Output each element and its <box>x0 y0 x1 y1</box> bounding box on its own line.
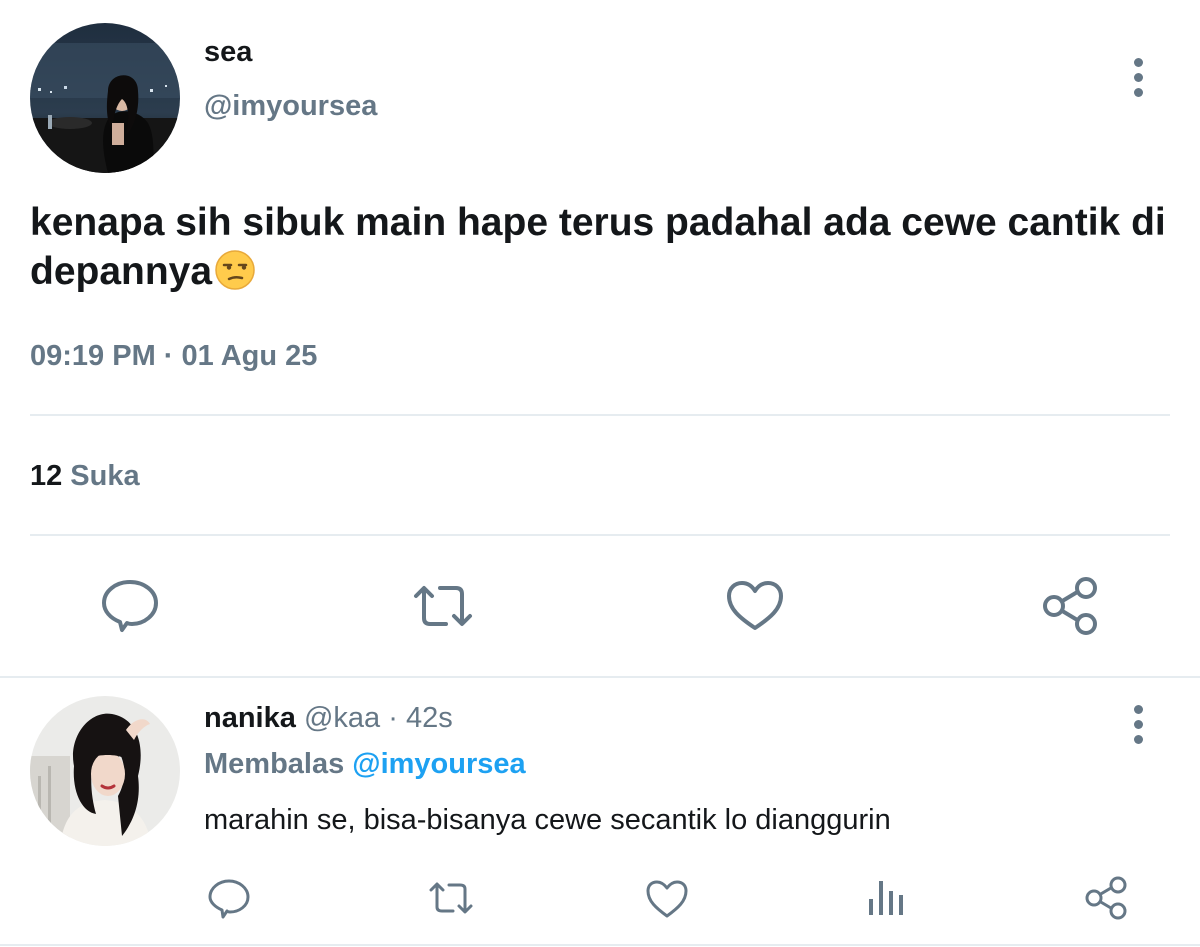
reply-time[interactable]: 42s <box>406 702 453 734</box>
unamused-face-emoji-icon <box>214 249 256 291</box>
share-button[interactable] <box>1040 577 1100 635</box>
reply-author-handle[interactable]: @kaa <box>304 702 380 734</box>
reply-more-options-button[interactable] <box>1132 705 1144 744</box>
reply-reply-button[interactable] <box>207 878 251 920</box>
dot-icon <box>1133 73 1143 82</box>
tweet-timestamp[interactable]: 09:19 PM · 01 Agu 25 <box>30 340 317 373</box>
reply-header: nanika @kaa · 42s <box>204 702 453 735</box>
heart-icon <box>646 880 688 918</box>
likes-count: 12 <box>30 460 63 492</box>
tweet-text: kenapa sih sibuk main hape terus padahal… <box>30 201 1166 293</box>
replying-to-label: Membalas <box>204 748 345 780</box>
dot-icon <box>1133 735 1143 744</box>
author-handle[interactable]: @imyoursea <box>204 90 377 123</box>
section-divider <box>0 944 1200 946</box>
dot-icon <box>1133 58 1143 67</box>
reply-icon <box>208 879 250 919</box>
likes-label: Suka <box>70 460 140 492</box>
replying-to-link[interactable]: @imyoursea <box>352 748 525 780</box>
author-name[interactable]: sea <box>204 36 252 69</box>
reply-author-avatar[interactable] <box>30 696 180 846</box>
reply-share-button[interactable] <box>1084 876 1128 920</box>
likes-count-link[interactable]: 12 Suka <box>30 460 140 493</box>
tweet-text-block: kenapa sih sibuk main hape terus padahal… <box>30 198 1180 296</box>
reply-retweet-button[interactable] <box>427 880 475 916</box>
reply-analytics-button[interactable] <box>866 877 906 917</box>
analytics-icon <box>869 881 903 915</box>
reply-author-name[interactable]: nanika <box>204 702 296 734</box>
dot-icon <box>1133 720 1143 729</box>
share-icon <box>1085 876 1127 920</box>
retweet-icon <box>414 586 472 626</box>
divider <box>30 414 1170 416</box>
reply-text: marahin se, bisa-bisanya cewe secantik l… <box>204 804 891 836</box>
retweet-icon <box>429 882 473 914</box>
divider <box>30 534 1170 536</box>
reply-button[interactable] <box>100 578 160 634</box>
share-icon <box>1043 577 1097 635</box>
heart-icon <box>727 581 783 630</box>
retweet-button[interactable] <box>410 582 476 630</box>
dot-icon <box>1133 88 1143 97</box>
reply-like-button[interactable] <box>645 879 689 919</box>
tweet-more-options-button[interactable] <box>1132 58 1144 97</box>
like-button[interactable] <box>726 580 784 632</box>
author-avatar[interactable] <box>30 23 180 173</box>
section-divider <box>0 676 1200 678</box>
dot-icon <box>1133 705 1143 714</box>
reply-icon <box>102 580 158 632</box>
replying-to-line: Membalas @imyoursea <box>204 748 526 781</box>
reply-separator: · <box>388 702 398 734</box>
